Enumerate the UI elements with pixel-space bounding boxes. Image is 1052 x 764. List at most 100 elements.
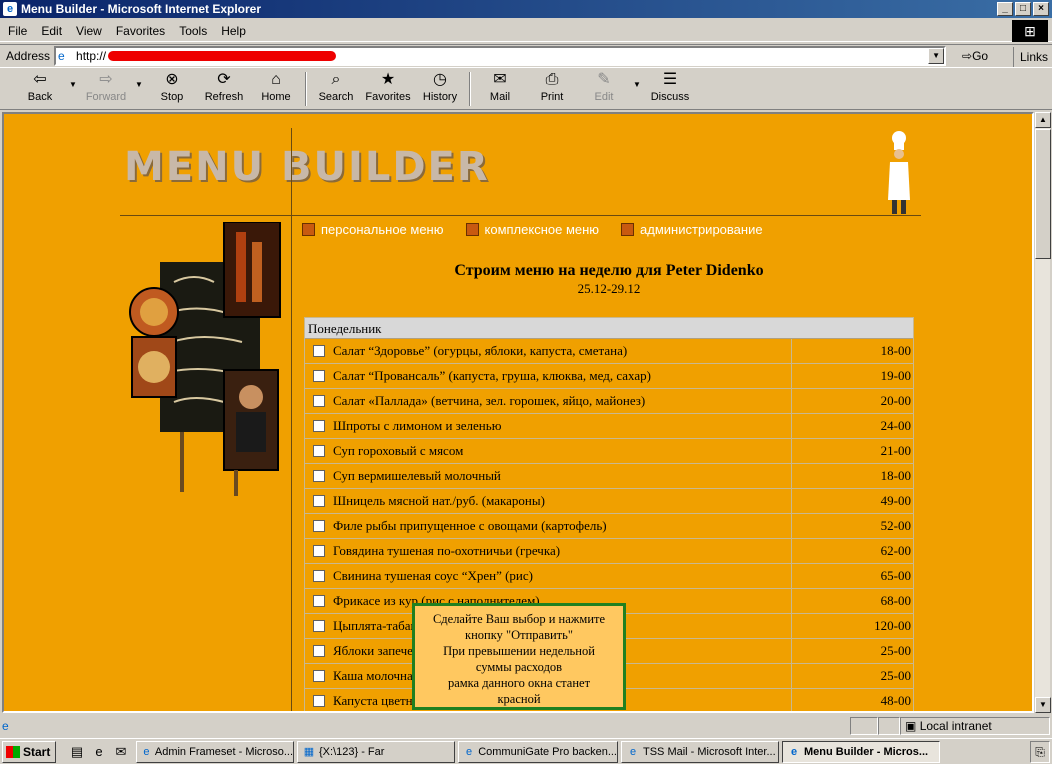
print-icon: ⎙: [545, 71, 559, 88]
nav-administration[interactable]: администрирование: [621, 222, 763, 237]
minimize-button[interactable]: _: [997, 2, 1013, 16]
discuss-button[interactable]: ☰ Discuss: [644, 71, 696, 109]
page-icon: e: [58, 49, 73, 63]
ie-task-icon: e: [143, 745, 150, 758]
standard-toolbar: ⇦ Back ▼ ⇨ Forward ▼ ⊗ Stop ⟳ Refresh ⌂ Home …: [0, 70, 1052, 110]
refresh-button[interactable]: ⟳ Refresh: [198, 71, 250, 109]
menu-item-checkbox[interactable]: [313, 470, 325, 482]
menu-item-name: Шпроты с лимоном и зеленью: [333, 418, 502, 433]
start-button[interactable]: Start: [2, 740, 56, 763]
menu-item-checkbox[interactable]: [313, 420, 325, 432]
scroll-down-button[interactable]: ▼: [1035, 697, 1051, 713]
menu-file[interactable]: File: [8, 24, 27, 38]
scroll-up-button[interactable]: ▲: [1035, 112, 1051, 128]
menu-item-name: Каша молочная: [333, 668, 419, 683]
show-desktop-icon[interactable]: ▤: [68, 743, 86, 761]
menu-item-checkbox[interactable]: [313, 595, 325, 607]
outlook-launch-icon[interactable]: ✉: [112, 743, 130, 761]
forward-label: Forward: [85, 91, 127, 103]
favorites-button[interactable]: ★ Favorites: [362, 71, 414, 109]
ie-launch-icon[interactable]: e: [90, 743, 108, 761]
task-menu-builder[interactable]: e Menu Builder - Micros...: [782, 740, 940, 763]
task-tss-mail[interactable]: e TSS Mail - Microsoft Inter...: [621, 740, 779, 763]
menu-item-checkbox[interactable]: [313, 395, 325, 407]
close-button[interactable]: ×: [1033, 2, 1049, 16]
history-button[interactable]: ◷ History: [414, 71, 466, 109]
menu-item-name: Шницель мясной нат./руб. (макароны): [333, 493, 545, 508]
menu-item-checkbox[interactable]: [313, 670, 325, 682]
menu-item-name-cell: Салат “Здоровье” (огурцы, яблоки, капуст…: [305, 339, 792, 363]
menu-item-name: Цыплята-табака: [333, 618, 423, 633]
menu-item-row: Говядина тушеная по-охотничьи (гречка) 62…: [305, 539, 913, 564]
info-line: рамка данного окна станет: [447, 676, 591, 690]
menu-item-name: Говядина тушеная по-охотничьи (гречка): [333, 543, 561, 558]
menu-item-row: Салат «Паллада» (ветчина, зел. горошек, …: [305, 389, 913, 414]
info-line: Сделайте Ваш выбор и нажмите: [432, 612, 606, 626]
menu-view[interactable]: View: [76, 24, 102, 38]
back-dropdown-icon[interactable]: ▼: [66, 80, 80, 109]
intranet-icon: ▣: [905, 719, 917, 733]
tray-icon: ⎘: [1035, 745, 1045, 759]
links-button[interactable]: Links: [1012, 47, 1048, 67]
back-label: Back: [27, 91, 53, 103]
menu-edit[interactable]: Edit: [41, 24, 62, 38]
menu-tools[interactable]: Tools: [179, 24, 207, 38]
page-status-icon: e: [2, 719, 9, 733]
menu-item-checkbox[interactable]: [313, 545, 325, 557]
mail-icon: ✉: [493, 71, 507, 88]
go-button[interactable]: ⇨Go: [956, 46, 994, 66]
menu-item-price: 62-00: [880, 543, 911, 558]
home-button[interactable]: ⌂ Home: [250, 71, 302, 109]
search-button[interactable]: ⌕ Search: [310, 71, 362, 109]
window-titlebar[interactable]: e Menu Builder - Microsoft Internet Expl…: [0, 0, 1052, 18]
stop-button[interactable]: ⊗ Stop: [146, 71, 198, 109]
menu-item-checkbox[interactable]: [313, 695, 325, 707]
nav-personal-menu[interactable]: персональное меню: [302, 222, 444, 237]
menu-item-name: Суп вермишелевый молочный: [333, 468, 501, 483]
task-communigate[interactable]: e CommuniGate Pro backen...: [458, 740, 618, 763]
maximize-button[interactable]: □: [1015, 2, 1031, 16]
menu-item-price: 120-00: [874, 618, 911, 633]
menu-help[interactable]: Help: [221, 24, 246, 38]
back-button[interactable]: ⇦ Back: [14, 71, 66, 109]
edit-button[interactable]: ✎ Edit: [578, 71, 630, 109]
menu-item-row: Салат “Здоровье” (огурцы, яблоки, капуст…: [305, 339, 913, 364]
menu-item-price: 49-00: [880, 493, 911, 508]
status-panel: [878, 717, 900, 735]
address-dropdown-icon[interactable]: ▼: [928, 48, 945, 64]
menu-item-row: Шницель мясной нат./руб. (макароны) 49-00: [305, 489, 913, 514]
menu-item-checkbox[interactable]: [313, 370, 325, 382]
menu-item-checkbox[interactable]: [313, 495, 325, 507]
edit-dropdown-icon[interactable]: ▼: [630, 80, 644, 109]
menu-item-checkbox[interactable]: [313, 570, 325, 582]
menu-item-name-cell: Филе рыбы припущенное с овощами (картофе…: [305, 514, 792, 538]
menu-item-checkbox[interactable]: [313, 645, 325, 657]
system-tray[interactable]: ⎘: [1030, 741, 1050, 763]
forward-dropdown-icon[interactable]: ▼: [132, 80, 146, 109]
menu-item-checkbox[interactable]: [313, 520, 325, 532]
task-admin-frameset[interactable]: e Admin Frameset - Microso...: [136, 740, 294, 763]
far-task-icon: ▦: [303, 745, 315, 758]
menu-item-checkbox[interactable]: [313, 445, 325, 457]
vertical-scrollbar[interactable]: ▲ ▼: [1034, 112, 1051, 713]
menu-item-checkbox[interactable]: [313, 620, 325, 632]
nav-bullet-icon: [465, 223, 479, 236]
ie-page-icon: e: [3, 2, 17, 16]
task-label: Admin Frameset - Microso...: [154, 745, 293, 758]
scroll-thumb[interactable]: [1035, 129, 1051, 259]
page-viewport: MENU BUILDER персональное меню комплексн…: [2, 112, 1034, 713]
forward-button[interactable]: ⇨ Forward: [80, 71, 132, 109]
menu-item-name: Салат “Здоровье” (огурцы, яблоки, капуст…: [333, 343, 628, 358]
info-line: красной: [497, 692, 541, 706]
menu-item-name-cell: Суп гороховый с мясом: [305, 439, 792, 463]
status-bar: e ▣ Local intranet: [0, 716, 1052, 736]
window-title: Menu Builder - Microsoft Internet Explor…: [21, 2, 262, 16]
menu-favorites[interactable]: Favorites: [116, 24, 165, 38]
menu-item-checkbox[interactable]: [313, 345, 325, 357]
print-button[interactable]: ⎙ Print: [526, 71, 578, 109]
menu-item-name-cell: Салат «Паллада» (ветчина, зел. горошек, …: [305, 389, 792, 413]
mail-button[interactable]: ✉ Mail: [474, 71, 526, 109]
address-input[interactable]: e http:// ▼: [54, 46, 947, 66]
nav-combo-menu[interactable]: комплексное меню: [465, 222, 599, 237]
task-far[interactable]: ▦ {X:\123} - Far: [297, 740, 455, 763]
